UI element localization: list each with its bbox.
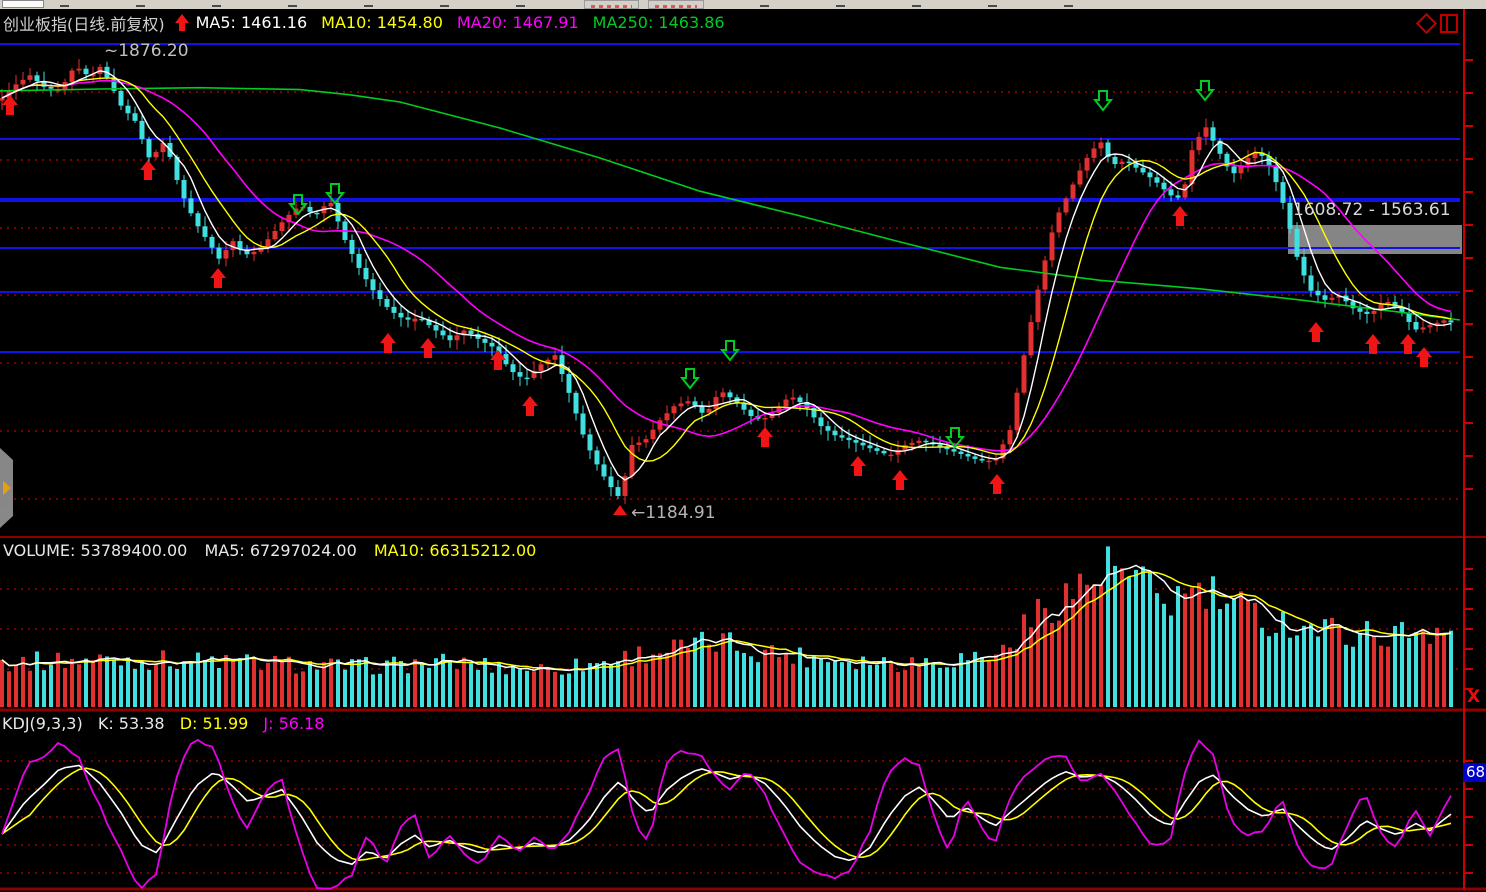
kdj-name: KDJ(9,3,3) (2, 714, 83, 733)
volume-value: VOLUME: 53789400.00 (3, 541, 187, 560)
low-price-label: ←1184.91 (631, 503, 716, 523)
peak-price-label: ~1876.20 (104, 41, 189, 61)
chart-canvas[interactable] (0, 0, 1486, 892)
kdj-k: K: 53.38 (98, 714, 165, 733)
expand-arrow-icon (3, 481, 11, 495)
volume-ma5: MA5: 67297024.00 (204, 541, 356, 560)
kdj-d: D: 51.99 (180, 714, 249, 733)
gap-range-label: 1608.72 - 1563.61 (1293, 200, 1451, 220)
panel-close-button[interactable]: X (1467, 687, 1480, 707)
volume-ma10: MA10: 66315212.00 (374, 541, 536, 560)
volume-panel-header: VOLUME: 53789400.00 MA5: 67297024.00 MA1… (3, 541, 536, 560)
kdj-panel-header: KDJ(9,3,3) K: 53.38 D: 51.99 J: 56.18 (2, 714, 324, 733)
sidebar-expand-handle[interactable] (0, 448, 13, 528)
stock-app-window: { "ui": { "title": { "symbol": "创业板指(日线.… (0, 0, 1486, 892)
kdj-j: J: 56.18 (263, 714, 324, 733)
kdj-axis-value-badge: 68 (1463, 763, 1486, 782)
